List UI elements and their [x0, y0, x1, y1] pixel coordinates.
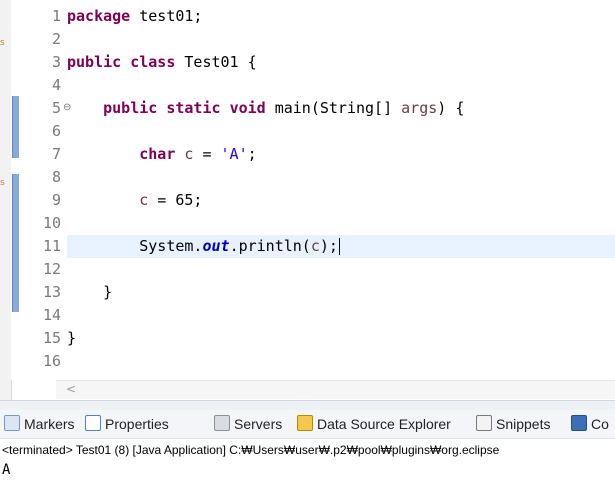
variable-token: c — [139, 191, 149, 209]
text-caret — [338, 238, 340, 255]
markers-icon — [4, 415, 20, 431]
code-line[interactable]: } — [67, 281, 615, 304]
tab-data-source-explorer[interactable]: Data Source Explorer — [297, 414, 451, 434]
tab-label: Data Source Explorer — [317, 416, 451, 432]
parameter-token: args — [401, 99, 438, 117]
console-status-line: <terminated> Test01 (8) [Java Applicatio… — [2, 443, 500, 457]
current-code-line[interactable]: System.out.println(c); — [67, 235, 615, 258]
line-number: 1 — [51, 7, 61, 25]
tab-snippets[interactable]: Snippets — [476, 414, 550, 434]
tab-label: Properties — [105, 416, 169, 432]
horizontal-scrollbar[interactable]: < — [56, 380, 615, 399]
keyword-token: void — [229, 99, 266, 117]
tab-markers[interactable]: Markers — [4, 414, 75, 434]
keyword-token: static — [166, 99, 221, 117]
panel-edge-mark: s — [0, 178, 5, 188]
code-token: ; — [247, 145, 257, 163]
line-number: 2 — [51, 30, 61, 48]
line-number: 11 — [42, 237, 61, 255]
code-line[interactable]: public class Test01 { — [67, 51, 615, 74]
panel-edge-mark: s — [0, 38, 5, 48]
line-number: 14 — [42, 306, 61, 324]
tab-console[interactable]: Co — [571, 414, 609, 434]
ruler-highlight — [12, 96, 19, 158]
code-line[interactable]: c = 65; — [67, 189, 615, 212]
overview-ruler — [11, 0, 19, 380]
line-number: 9 — [51, 191, 61, 209]
line-number: 5 — [51, 99, 61, 117]
code-text-area[interactable]: package test01; public class Test01 { pu… — [67, 0, 615, 380]
line-number-gutter: 1 2 3 4 5 ⊖ 6 7 8 9 10 11 12 13 14 15 16 — [19, 0, 71, 380]
line-number: 10 — [42, 214, 61, 232]
code-line[interactable]: char c = 'A'; — [67, 143, 615, 166]
tab-label: Co — [591, 416, 609, 432]
string-literal-token: 'A' — [220, 145, 248, 163]
tab-properties[interactable]: Properties — [85, 414, 169, 434]
code-token: test01; — [130, 7, 203, 25]
view-tab-bar: Markers Properties Servers Data Source E… — [0, 410, 615, 439]
code-token: main(String[] — [265, 99, 402, 117]
variable-token: c — [310, 237, 320, 255]
code-token: ) { — [437, 99, 465, 117]
scroll-left-arrow-icon[interactable]: < — [66, 382, 76, 396]
line-number: 15 — [42, 329, 61, 347]
keyword-token: package — [67, 7, 131, 25]
code-token: = — [193, 145, 221, 163]
code-line[interactable]: public static void main(String[] args) { — [67, 97, 615, 120]
keyword-token: char — [139, 145, 176, 163]
console-icon — [571, 415, 587, 431]
code-token: .println( — [229, 237, 311, 255]
line-number: 8 — [51, 168, 61, 186]
line-number: 16 — [42, 352, 61, 370]
code-line[interactable]: package test01; — [67, 5, 615, 28]
code-token: System. — [139, 237, 203, 255]
code-token: Test01 { — [175, 53, 257, 71]
code-editor[interactable]: 1 2 3 4 5 ⊖ 6 7 8 9 10 11 12 13 14 15 16… — [11, 0, 615, 380]
line-number: 6 — [51, 122, 61, 140]
tab-servers[interactable]: Servers — [214, 414, 282, 434]
code-token: = 65; — [148, 191, 203, 209]
snippets-icon — [476, 415, 492, 431]
servers-icon — [214, 415, 230, 431]
code-token: ); — [319, 237, 338, 255]
line-number: 3 — [51, 53, 61, 71]
keyword-token: public — [67, 53, 122, 71]
ruler-highlight — [12, 174, 19, 312]
tab-label: Servers — [234, 416, 283, 432]
keyword-token: class — [130, 53, 176, 71]
line-number: 4 — [51, 76, 61, 94]
keyword-token: public — [103, 99, 158, 117]
line-number: 7 — [51, 145, 61, 163]
console-output[interactable]: A — [0, 462, 615, 500]
line-number: 12 — [42, 260, 61, 278]
code-line[interactable]: } — [67, 327, 615, 350]
properties-icon — [85, 415, 101, 431]
line-number: 13 — [42, 283, 61, 301]
data-source-explorer-icon — [297, 415, 313, 431]
tab-label: Snippets — [496, 416, 551, 432]
tab-label: Markers — [24, 416, 75, 432]
static-field-token: out — [202, 237, 230, 255]
